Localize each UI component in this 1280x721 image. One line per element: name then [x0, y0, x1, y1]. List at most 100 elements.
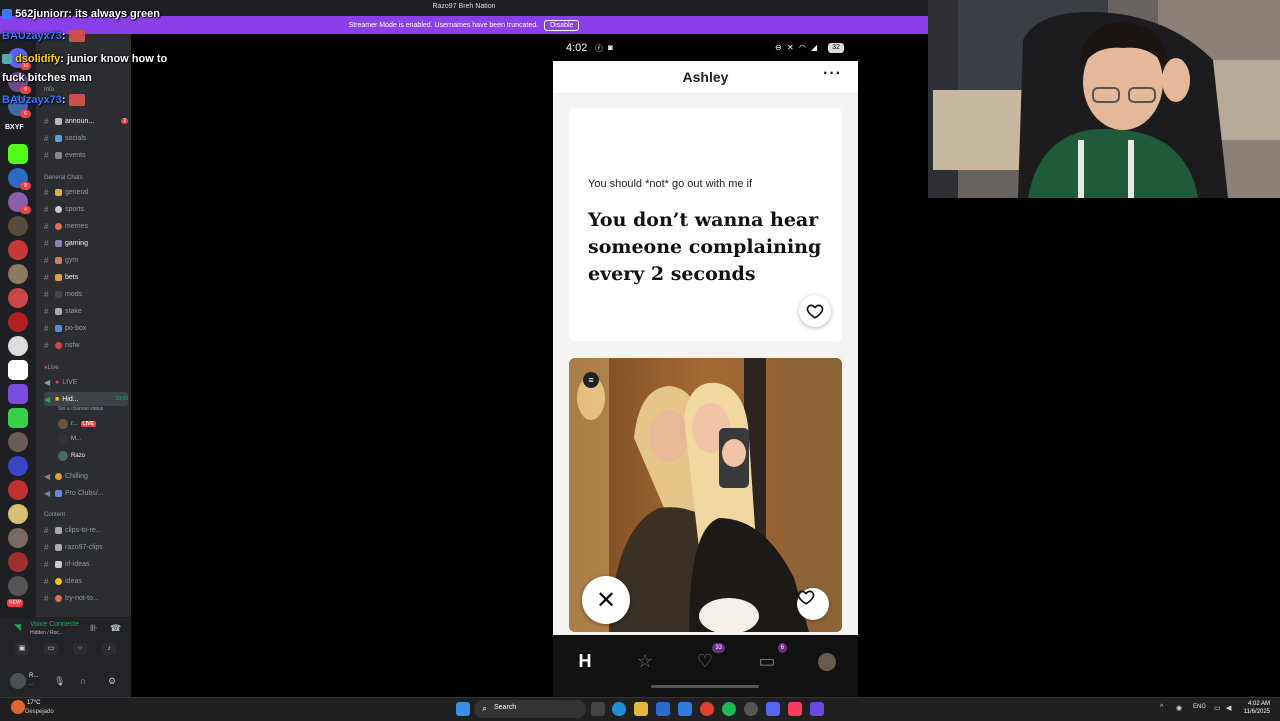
disconnect-icon[interactable]: ☎: [110, 623, 121, 634]
tab-profile[interactable]: [815, 649, 839, 673]
soundboard-button[interactable]: ♪: [102, 643, 116, 655]
server-icon[interactable]: [8, 288, 28, 308]
headphones-icon[interactable]: ∩: [80, 676, 86, 686]
server-icon[interactable]: [8, 384, 28, 404]
kick-server-icon[interactable]: [8, 144, 28, 164]
calendar-icon: [55, 151, 62, 159]
tsc-server-icon[interactable]: [8, 360, 28, 380]
channel-live[interactable]: ◀ ● LIVE: [44, 375, 128, 389]
server-icon[interactable]: [8, 264, 28, 284]
mic-icon[interactable]: 🎙︎: [54, 676, 65, 687]
server-icon[interactable]: [8, 504, 28, 524]
mic-icon[interactable]: ◉: [1176, 704, 1182, 712]
like-prompt-button[interactable]: [799, 295, 831, 327]
app-icon[interactable]: [810, 702, 824, 716]
category-content[interactable]: Content: [44, 512, 65, 518]
channel-try-not-to[interactable]: # try-not-to...: [44, 591, 128, 605]
hash-icon: #: [44, 204, 49, 214]
profile-photo[interactable]: ≡ ✕: [569, 358, 842, 632]
screen-share-button[interactable]: ▭: [44, 643, 58, 655]
clock[interactable]: 4:02 AM 11/6/2025: [1244, 700, 1270, 716]
channel-razo-clips[interactable]: # razo97-clips: [44, 540, 128, 554]
channel-sports[interactable]: # sports: [44, 202, 128, 216]
star-icon[interactable]: ☆: [633, 649, 657, 673]
category-live[interactable]: ●Live: [44, 365, 59, 371]
hash-icon: #: [44, 221, 49, 231]
file-explorer-icon[interactable]: [634, 702, 648, 716]
music-icon[interactable]: [788, 702, 802, 716]
spotify-icon[interactable]: [722, 702, 736, 716]
taskbar-search[interactable]: ⌕ Search: [474, 700, 586, 718]
server-icon[interactable]: [8, 456, 28, 476]
like-photo-button[interactable]: [797, 588, 829, 620]
profile-feed[interactable]: You should *not* go out with me if You d…: [553, 94, 858, 635]
noise-suppression-icon[interactable]: ⊪: [90, 623, 98, 634]
tab-likes[interactable]: ♡ 33: [693, 643, 725, 673]
category-info[interactable]: Info: [44, 87, 54, 93]
chat-user: dsolidify: [15, 53, 61, 65]
mail-icon[interactable]: [678, 702, 692, 716]
server-icon[interactable]: [8, 432, 28, 452]
server-icon[interactable]: [8, 240, 28, 260]
channel-chilling[interactable]: ◀ Chilling: [44, 469, 128, 483]
activities-button[interactable]: ⁘: [73, 643, 87, 655]
server-icon[interactable]: [8, 408, 28, 428]
gear-icon[interactable]: ⚙: [108, 676, 116, 687]
channel-mods[interactable]: # mods: [44, 287, 128, 301]
more-options-icon[interactable]: ···: [823, 65, 842, 83]
voice-user[interactable]: M...: [58, 432, 81, 446]
tab-matches[interactable]: ▭ 6: [755, 643, 787, 673]
network-icon[interactable]: ▭: [1214, 704, 1221, 712]
channel-hidden[interactable]: ◀ ■ Hid... 13:02: [44, 392, 128, 406]
windows-icon[interactable]: [456, 702, 470, 716]
voice-user[interactable]: r... LIVE: [58, 417, 96, 431]
channel-bets[interactable]: # bets: [44, 270, 128, 284]
channel-irl-ideas[interactable]: # irl-ideas: [44, 557, 128, 571]
channel-nsfw[interactable]: # nsfw: [44, 338, 128, 352]
channel-announcements[interactable]: # announ... 2: [44, 114, 128, 128]
do-not-disturb-icon: ⊖: [775, 43, 782, 52]
channel-proclubs[interactable]: ◀ Pro Clubs/...: [44, 486, 128, 500]
channel-stake[interactable]: # stake: [44, 304, 128, 318]
avatar[interactable]: [10, 673, 26, 689]
channel-memes[interactable]: # memes: [44, 219, 128, 233]
language-indicator[interactable]: ENG: [1193, 704, 1206, 710]
disable-streamer-button[interactable]: Disable: [544, 19, 580, 31]
edge-icon[interactable]: [612, 702, 626, 716]
skip-button[interactable]: ✕: [582, 576, 630, 624]
channel-socials[interactable]: # socials: [44, 131, 128, 145]
discord-notification-icon: ◙: [608, 43, 613, 52]
channel-events[interactable]: # events: [44, 148, 128, 162]
channel-pobox[interactable]: # po-box: [44, 321, 128, 335]
server-label[interactable]: BXYF: [5, 124, 24, 131]
camera-button[interactable]: ▣: [15, 643, 29, 655]
voice-user[interactable]: Razo: [58, 449, 85, 463]
server-icon[interactable]: 4: [8, 192, 31, 214]
volume-icon[interactable]: ◀: [1226, 704, 1231, 712]
server-icon[interactable]: [8, 480, 28, 500]
server-icon[interactable]: [8, 552, 28, 572]
photo-menu-icon[interactable]: ≡: [583, 372, 599, 388]
task-view-icon[interactable]: [591, 702, 605, 716]
signal-icon: ◥: [14, 622, 21, 632]
channel-ideas[interactable]: # ideas: [44, 574, 128, 588]
server-icon[interactable]: [8, 576, 28, 596]
weather-icon[interactable]: [11, 700, 25, 714]
chrome-icon[interactable]: [700, 702, 714, 716]
server-icon[interactable]: [8, 312, 28, 332]
channel-general[interactable]: # general: [44, 185, 128, 199]
server-icon[interactable]: [8, 528, 28, 548]
tray-chevron-icon[interactable]: ^: [1160, 704, 1163, 711]
set-channel-status[interactable]: Set a channel status: [58, 406, 103, 412]
category-general[interactable]: General Chats: [44, 175, 83, 181]
channel-gym[interactable]: # gym: [44, 253, 128, 267]
discord-icon[interactable]: [766, 702, 780, 716]
store-icon[interactable]: [656, 702, 670, 716]
channel-gaming[interactable]: # gaming: [44, 236, 128, 250]
server-icon[interactable]: 8: [8, 168, 31, 190]
server-icon[interactable]: [8, 216, 28, 236]
app-icon[interactable]: [744, 702, 758, 716]
server-icon[interactable]: [8, 336, 28, 356]
channel-clips-to-re[interactable]: # clips-to-re...: [44, 523, 128, 537]
tab-discover[interactable]: H: [573, 649, 597, 673]
